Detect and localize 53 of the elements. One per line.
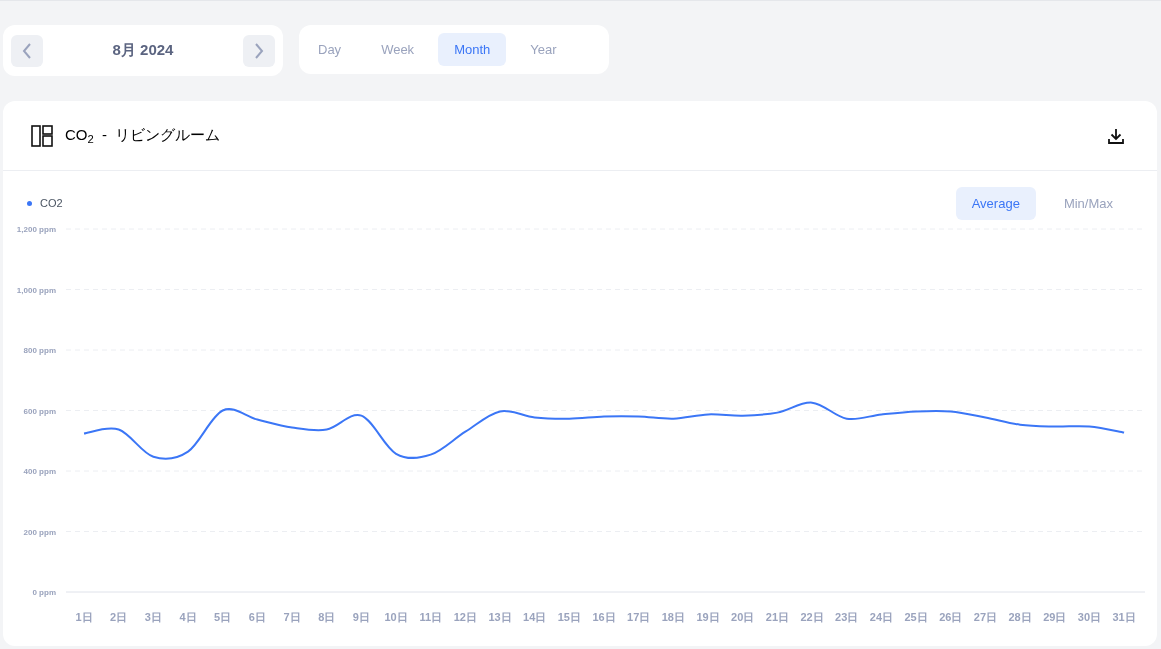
y-tick-label: 1,200 ppm	[16, 225, 56, 234]
period-tab[interactable]: Month	[438, 33, 507, 66]
x-tick-label: 21日	[765, 611, 790, 623]
x-tick-label: 31日	[1112, 611, 1136, 623]
x-tick-label: 25日	[904, 611, 928, 623]
x-tick-label: 14日	[523, 611, 547, 623]
x-tick-label: 19日	[696, 611, 720, 623]
x-tick-label: 12日	[453, 611, 477, 623]
x-tick-label: 5日	[214, 611, 232, 623]
x-tick-label: 4日	[179, 611, 197, 623]
x-tick-label: 10日	[384, 611, 408, 623]
x-tick-label: 7日	[283, 611, 301, 623]
x-tick-label: 3日	[144, 611, 162, 623]
date-label: 8月 2024	[112, 40, 174, 61]
x-tick-label: 9日	[352, 611, 370, 623]
next-button[interactable]	[243, 34, 275, 67]
mode-tab[interactable]: Min/Max	[1047, 187, 1129, 220]
y-tick-label: 0 ppm	[32, 588, 56, 597]
x-tick-label: 1日	[75, 611, 93, 623]
x-tick-label: 30日	[1077, 611, 1102, 623]
previous-button[interactable]	[11, 34, 43, 67]
x-tick-label: 20日	[731, 611, 755, 623]
mode-tab[interactable]: Average	[955, 187, 1036, 220]
x-tick-label: 15日	[557, 611, 581, 623]
y-tick-label: 1,000 ppm	[16, 285, 56, 295]
x-tick-label: 6日	[248, 611, 266, 623]
period-tab[interactable]: Day	[302, 33, 358, 66]
x-tick-label: 27日	[973, 611, 998, 623]
chevron-right-icon	[254, 42, 264, 59]
x-tick-label: 22日	[800, 611, 824, 623]
x-tick-label: 24日	[869, 611, 894, 623]
y-tick-label: 400 ppm	[23, 467, 56, 476]
x-tick-label: 28日	[1008, 611, 1032, 623]
download-icon	[1107, 126, 1125, 145]
x-tick-label: 11日	[419, 611, 442, 623]
x-tick-label: 13日	[488, 611, 512, 623]
x-tick-label: 2日	[110, 611, 128, 623]
panel-title: CO$_{2}$ - リビングルーム	[65, 125, 221, 147]
x-tick-label: 16日	[592, 611, 616, 623]
chevron-left-icon	[22, 42, 32, 59]
x-tick-label: 26日	[939, 611, 963, 623]
legend-label: CO2	[40, 196, 63, 212]
x-tick-label: 8日	[318, 611, 336, 623]
x-tick-label: 23日	[835, 611, 859, 623]
period-tab[interactable]: Year	[514, 33, 573, 66]
period-tab[interactable]: Week	[365, 33, 431, 66]
x-tick-label: 18日	[661, 611, 685, 623]
x-tick-label: 29日	[1043, 611, 1067, 623]
layout-icon	[31, 124, 53, 147]
y-tick-label: 800 ppm	[23, 346, 56, 355]
y-tick-label: 200 ppm	[23, 527, 56, 537]
y-tick-label: 600 ppm	[23, 406, 56, 416]
x-tick-label: 17日	[627, 611, 651, 623]
